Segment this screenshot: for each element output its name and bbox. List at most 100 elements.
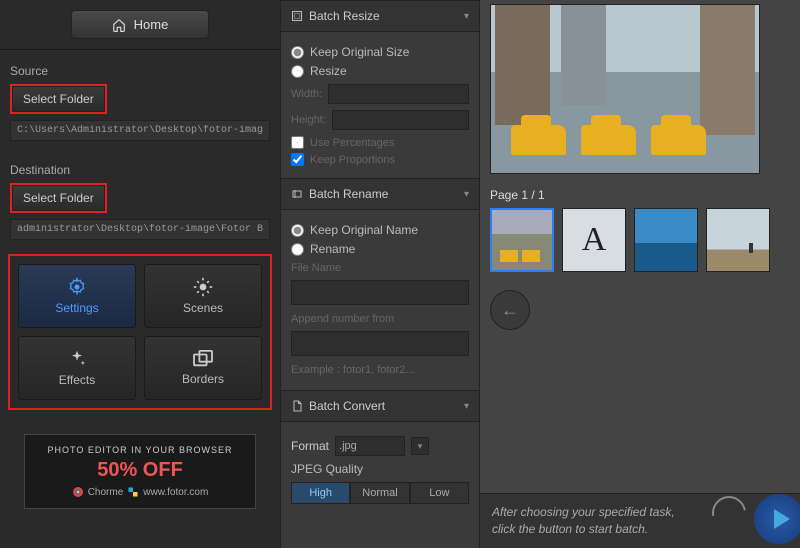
rename-row[interactable]: Rename [291, 242, 469, 256]
height-row: Height: [291, 110, 469, 130]
home-button[interactable]: Home [71, 10, 210, 39]
resize-radio[interactable] [291, 65, 304, 78]
thumbnail-4[interactable] [706, 208, 770, 272]
home-bar: Home [0, 0, 280, 50]
destination-select-highlight: Select Folder [10, 183, 107, 213]
gear-icon [67, 277, 87, 297]
use-percentages-checkbox[interactable] [291, 136, 304, 149]
footer-line1: After choosing your specified task, [492, 504, 675, 521]
start-batch-button[interactable] [754, 494, 800, 544]
quality-buttons: High Normal Low [291, 482, 469, 504]
source-select-highlight: Select Folder [10, 84, 107, 114]
batch-convert-body: Format ▾ JPEG Quality High Normal Low [281, 422, 479, 512]
promo-discount: 50% OFF [33, 459, 247, 482]
append-number-input[interactable] [291, 331, 469, 356]
promo-site: www.fotor.com [143, 487, 208, 498]
format-label: Format [291, 439, 329, 453]
keep-original-name-row[interactable]: Keep Original Name [291, 223, 469, 237]
format-row: Format ▾ [291, 436, 469, 456]
right-panel: Page 1 / 1 A ← After choosing your speci… [480, 0, 800, 548]
settings-label: Settings [55, 301, 98, 315]
home-icon [112, 18, 126, 32]
resize-row[interactable]: Resize [291, 64, 469, 78]
rename-radio[interactable] [291, 243, 304, 256]
effects-label: Effects [59, 373, 95, 387]
source-path-field[interactable] [10, 120, 270, 141]
scenes-label: Scenes [183, 301, 223, 315]
hint-arrow-icon [705, 489, 752, 536]
preview-image [490, 4, 760, 174]
batch-rename-header[interactable]: Batch Rename [281, 178, 479, 210]
batch-rename-body: Keep Original Name Rename File Name Appe… [281, 210, 479, 390]
keep-proportions-checkbox[interactable] [291, 153, 304, 166]
rename-label: Rename [310, 242, 355, 256]
source-section: Source Select Folder [0, 50, 280, 149]
effects-tile[interactable]: Effects [18, 336, 136, 400]
batch-resize-body: Keep Original Size Resize Width: Height:… [281, 32, 479, 178]
batch-resize-header[interactable]: Batch Resize [281, 0, 479, 32]
borders-icon [192, 350, 214, 368]
jpeg-quality-label: JPEG Quality [291, 462, 469, 476]
thumbnail-2[interactable]: A [562, 208, 626, 272]
keep-original-size-row[interactable]: Keep Original Size [291, 45, 469, 59]
batch-resize-title: Batch Resize [309, 9, 380, 23]
quality-low-button[interactable]: Low [410, 482, 469, 504]
batch-convert-header[interactable]: Batch Convert [281, 390, 479, 422]
promo-banner[interactable]: PHOTO EDITOR IN YOUR BROWSER 50% OFF Cho… [24, 434, 256, 509]
keep-original-size-radio[interactable] [291, 46, 304, 59]
borders-tile[interactable]: Borders [144, 336, 262, 400]
use-percentages-row[interactable]: Use Percentages [291, 136, 469, 149]
convert-icon [291, 400, 303, 412]
scenes-tile[interactable]: Scenes [144, 264, 262, 328]
file-name-label: File Name [291, 262, 469, 274]
width-label: Width: [291, 88, 322, 100]
height-label: Height: [291, 114, 326, 126]
format-input[interactable] [335, 436, 405, 456]
resize-icon [291, 10, 303, 22]
thumbnail-3[interactable] [634, 208, 698, 272]
keep-original-name-label: Keep Original Name [310, 223, 418, 237]
height-input[interactable] [332, 110, 469, 130]
left-panel: Home Source Select Folder Destination Se… [0, 0, 280, 548]
file-name-input[interactable] [291, 280, 469, 305]
chrome-icon [72, 486, 84, 498]
sparkle-icon [67, 349, 87, 369]
promo-chorme: Chorme [88, 487, 124, 498]
rename-example: Example : fotor1, fotor2... [291, 364, 469, 376]
footer-line2: click the button to start batch. [492, 521, 675, 538]
destination-label: Destination [10, 163, 270, 177]
tool-grid: Settings Scenes Effects Borders [10, 256, 270, 408]
thumbnail-strip: A [480, 208, 800, 272]
quality-high-button[interactable]: High [291, 482, 350, 504]
promo-line1: PHOTO EDITOR IN YOUR BROWSER [33, 445, 247, 455]
settings-tile[interactable]: Settings [18, 264, 136, 328]
thumbnail-1[interactable] [490, 208, 554, 272]
source-select-folder-button[interactable]: Select Folder [12, 86, 105, 112]
keep-original-name-radio[interactable] [291, 224, 304, 237]
preview-area [480, 0, 800, 178]
keep-original-size-label: Keep Original Size [310, 45, 409, 59]
borders-label: Borders [182, 372, 224, 386]
append-number-label: Append number from [291, 313, 469, 325]
keep-proportions-row[interactable]: Keep Proportions [291, 153, 469, 166]
promo-footer: Chorme www.fotor.com [33, 486, 247, 498]
use-percentages-label: Use Percentages [310, 137, 394, 149]
resize-label: Resize [310, 64, 347, 78]
home-label: Home [134, 17, 169, 32]
prev-page-button[interactable]: ← [490, 290, 530, 330]
format-dropdown-button[interactable]: ▾ [411, 437, 429, 455]
sun-icon [193, 277, 213, 297]
source-label: Source [10, 64, 270, 78]
tool-grid-highlight: Settings Scenes Effects Borders [8, 254, 272, 410]
quality-normal-button[interactable]: Normal [350, 482, 409, 504]
destination-path-field[interactable] [10, 219, 270, 240]
width-row: Width: [291, 84, 469, 104]
destination-select-folder-button[interactable]: Select Folder [12, 185, 105, 211]
middle-panel: Batch Resize Keep Original Size Resize W… [280, 0, 480, 548]
batch-convert-title: Batch Convert [309, 399, 385, 413]
width-input[interactable] [328, 84, 469, 104]
rename-icon [291, 188, 303, 200]
footer-hint: After choosing your specified task, clic… [492, 504, 675, 538]
footer-bar: After choosing your specified task, clic… [480, 493, 800, 548]
keep-proportions-label: Keep Proportions [310, 154, 395, 166]
